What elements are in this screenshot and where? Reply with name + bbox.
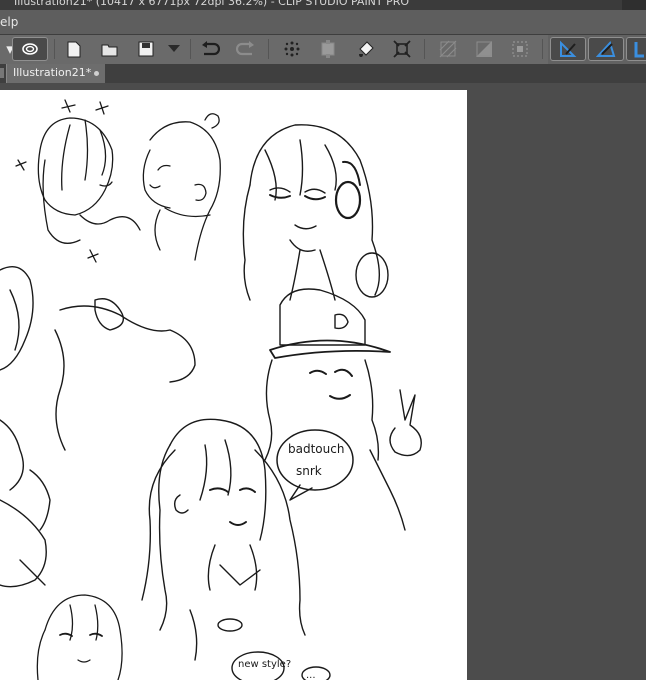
window-titlebar: Illustration21* (10417 x 6771px 72dpi 36… bbox=[0, 0, 646, 10]
document-tab-bar: Illustration21* bbox=[0, 64, 646, 83]
scale-icon[interactable] bbox=[390, 37, 414, 61]
command-toolbar: ▾ bbox=[0, 35, 646, 65]
tab-label: Illustration21* bbox=[13, 66, 92, 79]
open-folder-icon[interactable] bbox=[98, 37, 122, 61]
transform-icon[interactable] bbox=[316, 37, 340, 61]
drawing-canvas[interactable]: badtouch snrk new style? ... bbox=[0, 90, 467, 680]
sketch-artwork: badtouch snrk new style? ... bbox=[0, 99, 422, 680]
sketch-headphone-girl bbox=[242, 124, 389, 301]
sketch-twintail-girl bbox=[141, 418, 306, 661]
dropdown-arrow-icon[interactable] bbox=[162, 37, 186, 61]
new-file-icon[interactable] bbox=[62, 37, 86, 61]
sketch-girls-facing bbox=[15, 99, 221, 263]
speech-bubble-text-1: badtouch bbox=[288, 442, 344, 456]
menu-bar: elp bbox=[0, 10, 646, 35]
ruler-snap-icon[interactable] bbox=[550, 37, 586, 61]
menu-item-help[interactable]: elp bbox=[0, 15, 18, 29]
save-icon[interactable] bbox=[134, 37, 158, 61]
fill-icon[interactable] bbox=[354, 37, 378, 61]
scribble-text: new style? bbox=[238, 659, 291, 670]
disabled-hatch-icon[interactable] bbox=[436, 37, 460, 61]
clip-studio-logo-icon[interactable] bbox=[12, 37, 48, 61]
sketch-cap-girl bbox=[264, 288, 422, 531]
clear-selection-icon[interactable] bbox=[280, 37, 304, 61]
workspace: badtouch snrk new style? ... bbox=[0, 83, 646, 680]
tab-illustration21[interactable]: Illustration21* bbox=[6, 64, 105, 83]
window-title: Illustration21* (10417 x 6771px 72dpi 36… bbox=[14, 0, 410, 8]
modified-dot-icon[interactable] bbox=[94, 71, 99, 76]
redo-icon[interactable] bbox=[234, 37, 258, 61]
ruler-perspective-icon[interactable] bbox=[588, 37, 624, 61]
speech-bubble-text-2: snrk bbox=[296, 464, 322, 478]
tab-scroll-left[interactable] bbox=[0, 68, 4, 78]
window-controls[interactable] bbox=[622, 0, 646, 10]
sketch-left-figure bbox=[0, 266, 196, 588]
disabled-marquee-icon[interactable] bbox=[508, 37, 532, 61]
undo-icon[interactable] bbox=[198, 37, 222, 61]
dots-text: ... bbox=[306, 670, 316, 680]
disabled-pattern-icon[interactable] bbox=[472, 37, 496, 61]
sketch-bottom-girl bbox=[36, 594, 123, 680]
ruler-grid-icon[interactable] bbox=[626, 37, 646, 61]
